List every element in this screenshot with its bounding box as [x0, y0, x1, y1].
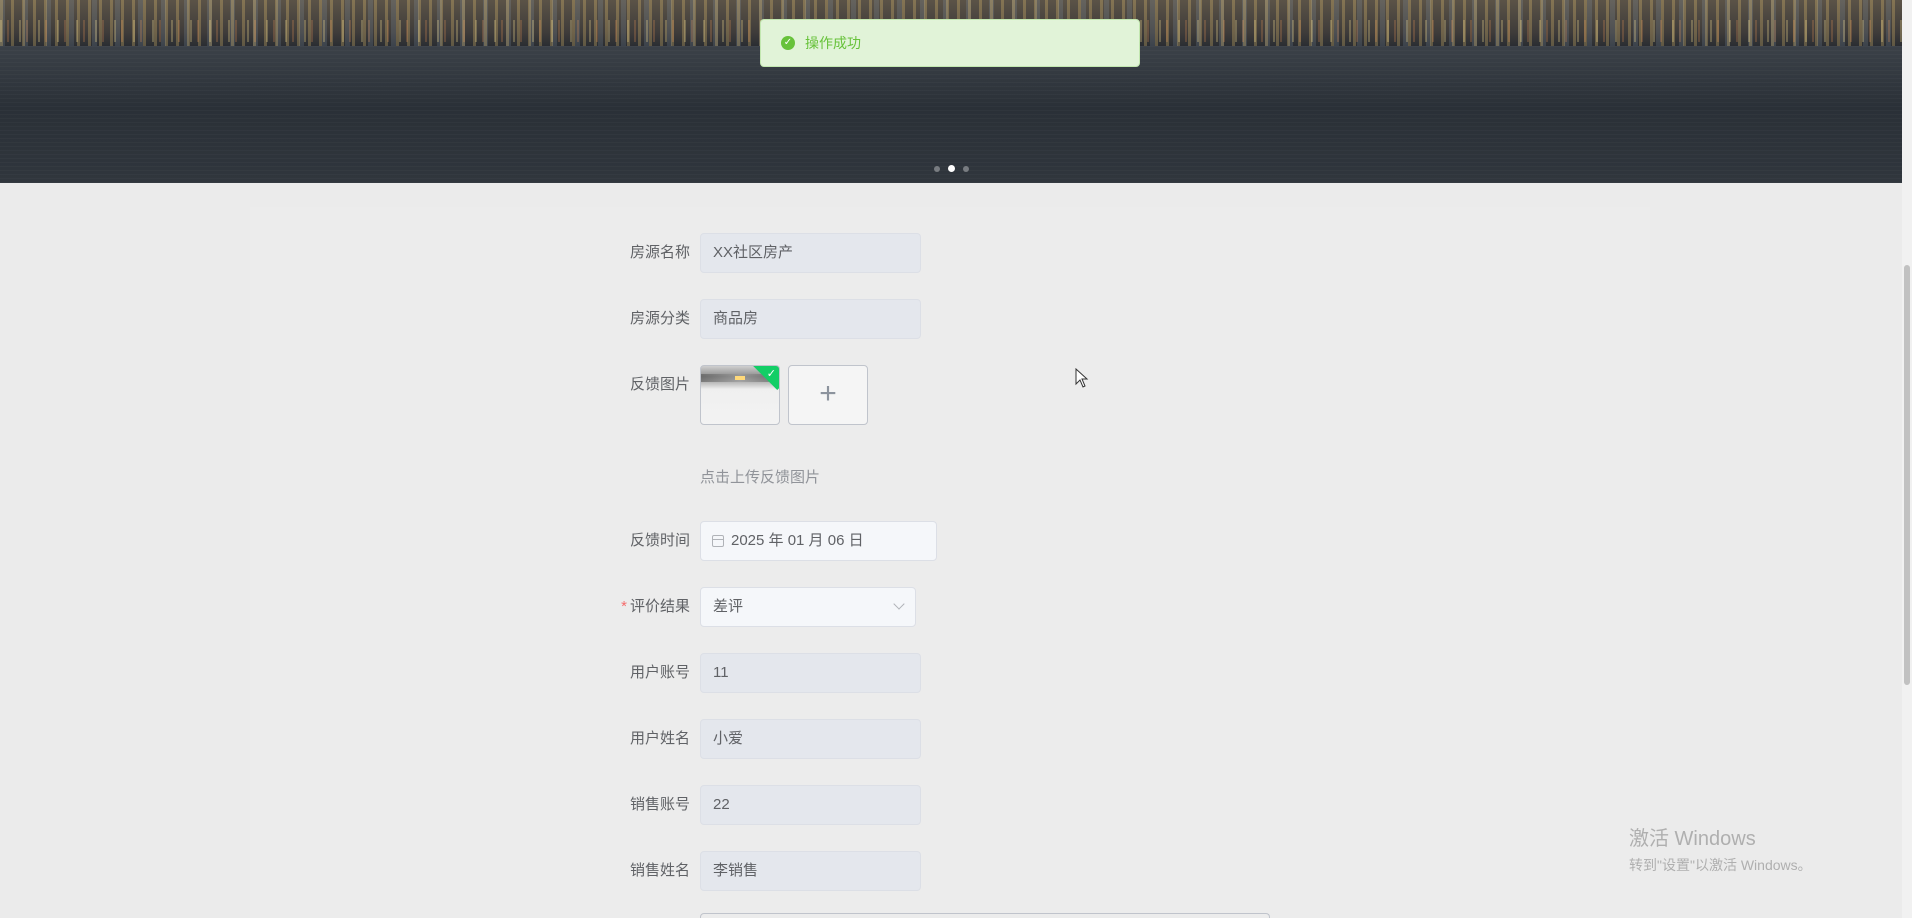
required-asterisk: * [621, 598, 627, 615]
calendar-icon [712, 535, 724, 547]
sales-name-field[interactable]: 李销售 [700, 851, 921, 891]
house-category-field[interactable]: 商品房 [700, 299, 921, 339]
evaluation-label-text: 评价结果 [629, 598, 690, 615]
evaluation-label: * 评价结果 [570, 587, 690, 627]
form-row-sales-name: 销售姓名 李销售 [250, 851, 1650, 891]
house-name-field[interactable]: XX社区房产 [700, 233, 921, 273]
upload-image-button[interactable]: + [788, 365, 868, 425]
feedback-time-label: 反馈时间 [629, 532, 690, 549]
chevron-down-icon [893, 598, 905, 610]
next-field-partial[interactable] [700, 913, 1270, 918]
user-account-label: 用户账号 [629, 664, 690, 681]
evaluation-selected-value: 差评 [713, 598, 744, 615]
carousel-indicators [0, 165, 1902, 172]
feedback-image-label: 反馈图片 [629, 376, 690, 393]
form-row-feedback-time: 反馈时间 2025 年 01 月 06 日 [250, 521, 1650, 561]
success-toast: ✓ 操作成功 [760, 19, 1140, 67]
house-name-label: 房源名称 [629, 244, 690, 261]
upload-hint-text: 点击上传反馈图片 [700, 469, 821, 486]
feedback-date-picker[interactable]: 2025 年 01 月 06 日 [700, 521, 937, 561]
check-circle-icon: ✓ [781, 36, 795, 50]
check-icon: ✓ [766, 368, 776, 380]
user-name-field[interactable]: 小爱 [700, 719, 921, 759]
sales-account-label: 销售账号 [629, 796, 690, 813]
sales-account-field[interactable]: 22 [700, 785, 921, 825]
carousel-dot-3[interactable] [962, 166, 969, 172]
form-row-house-name: 房源名称 XX社区房产 [250, 233, 1650, 273]
form-row-feedback-image: 反馈图片 ✓ + [250, 365, 1650, 425]
watermark-subtitle: 转到"设置"以激活 Windows。 [1629, 857, 1812, 873]
form-row-evaluation: * 评价结果 差评 [250, 587, 1650, 627]
sales-name-label: 销售姓名 [629, 862, 690, 879]
page-scrollbar[interactable] [1902, 0, 1912, 918]
carousel-dot-2[interactable] [947, 165, 955, 172]
evaluation-select[interactable]: 差评 [700, 587, 916, 627]
feedback-form: 房源名称 XX社区房产 房源分类 商品房 反馈图片 ✓ + 点击上传反馈图片 反… [250, 207, 1650, 918]
uploaded-image-thumbnail[interactable]: ✓ [700, 365, 780, 425]
toast-message: 操作成功 [805, 35, 861, 51]
form-row-user-account: 用户账号 11 [250, 653, 1650, 693]
user-account-field[interactable]: 11 [700, 653, 921, 693]
watermark-title: 激活 Windows [1629, 828, 1756, 850]
windows-activation-watermark: 激活 Windows 转到"设置"以激活 Windows。 [1629, 822, 1812, 875]
form-row-sales-account: 销售账号 22 [250, 785, 1650, 825]
scrollbar-thumb[interactable] [1904, 265, 1910, 685]
form-row-user-name: 用户姓名 小爱 [250, 719, 1650, 759]
thumbnail-light [735, 376, 745, 380]
feedback-date-value: 2025 年 01 月 06 日 [731, 532, 864, 549]
user-name-label: 用户姓名 [629, 730, 690, 747]
carousel-dot-1[interactable] [933, 166, 940, 172]
form-row-house-category: 房源分类 商品房 [250, 299, 1650, 339]
house-category-label: 房源分类 [629, 310, 690, 327]
